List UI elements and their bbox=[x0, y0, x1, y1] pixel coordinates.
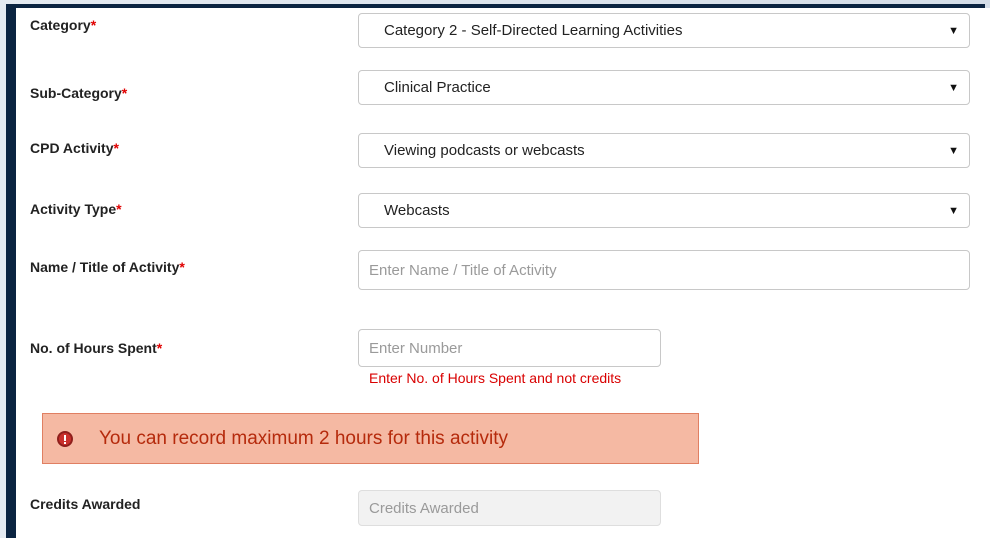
chevron-down-icon: ▼ bbox=[948, 144, 959, 157]
activity-type-label-text: Activity Type bbox=[30, 201, 117, 217]
sub-category-selected-value: Clinical Practice bbox=[384, 79, 491, 96]
hours-spent-label: No. of Hours Spent* bbox=[30, 340, 162, 356]
category-label: Category* bbox=[30, 17, 96, 33]
cpd-activity-select[interactable]: Viewing podcasts or webcasts ▼ bbox=[358, 133, 970, 168]
required-mark: * bbox=[121, 85, 128, 101]
hours-spent-placeholder: Enter Number bbox=[369, 339, 463, 357]
hours-spent-hint: Enter No. of Hours Spent and not credits bbox=[369, 370, 622, 386]
chevron-down-icon: ▼ bbox=[948, 204, 959, 217]
sub-category-label-text: Sub-Category bbox=[30, 85, 122, 101]
activity-name-label: Name / Title of Activity* bbox=[30, 259, 185, 275]
credits-awarded-placeholder: Credits Awarded bbox=[369, 499, 479, 517]
category-label-text: Category bbox=[30, 17, 91, 33]
exclamation-circle-icon bbox=[57, 430, 73, 447]
cpd-activity-label: CPD Activity* bbox=[30, 140, 119, 156]
activity-name-placeholder: Enter Name / Title of Activity bbox=[369, 261, 557, 279]
hours-spent-label-text: No. of Hours Spent bbox=[30, 340, 157, 356]
chevron-down-icon: ▼ bbox=[948, 24, 959, 37]
sub-category-select[interactable]: Clinical Practice ▼ bbox=[358, 70, 970, 105]
activity-type-selected-value: Webcasts bbox=[384, 202, 450, 219]
hours-spent-input[interactable]: Enter Number bbox=[358, 329, 661, 367]
category-select[interactable]: Category 2 - Self-Directed Learning Acti… bbox=[358, 13, 970, 48]
required-mark: * bbox=[116, 201, 122, 217]
alert-message: You can record maximum 2 hours for this … bbox=[99, 427, 509, 449]
sub-category-label: Sub-Category* bbox=[30, 85, 127, 101]
category-selected-value: Category 2 - Self-Directed Learning Acti… bbox=[384, 22, 683, 39]
chevron-down-icon: ▼ bbox=[948, 81, 959, 94]
activity-name-input[interactable]: Enter Name / Title of Activity bbox=[358, 250, 970, 290]
required-mark: * bbox=[113, 140, 119, 156]
activity-name-label-text: Name / Title of Activity bbox=[30, 259, 180, 275]
credits-awarded-field: Credits Awarded bbox=[358, 490, 661, 526]
activity-type-label: Activity Type* bbox=[30, 201, 122, 217]
required-mark: * bbox=[179, 259, 185, 275]
cpd-activity-form: Category* Category 2 - Self-Directed Lea… bbox=[16, 8, 990, 538]
cpd-activity-selected-value: Viewing podcasts or webcasts bbox=[384, 142, 585, 159]
max-hours-alert: You can record maximum 2 hours for this … bbox=[42, 413, 699, 464]
required-mark: * bbox=[156, 340, 163, 356]
activity-type-select[interactable]: Webcasts ▼ bbox=[358, 193, 970, 228]
credits-awarded-label: Credits Awarded bbox=[30, 496, 141, 512]
required-mark: * bbox=[90, 17, 97, 33]
cpd-activity-label-text: CPD Activity bbox=[30, 140, 114, 156]
